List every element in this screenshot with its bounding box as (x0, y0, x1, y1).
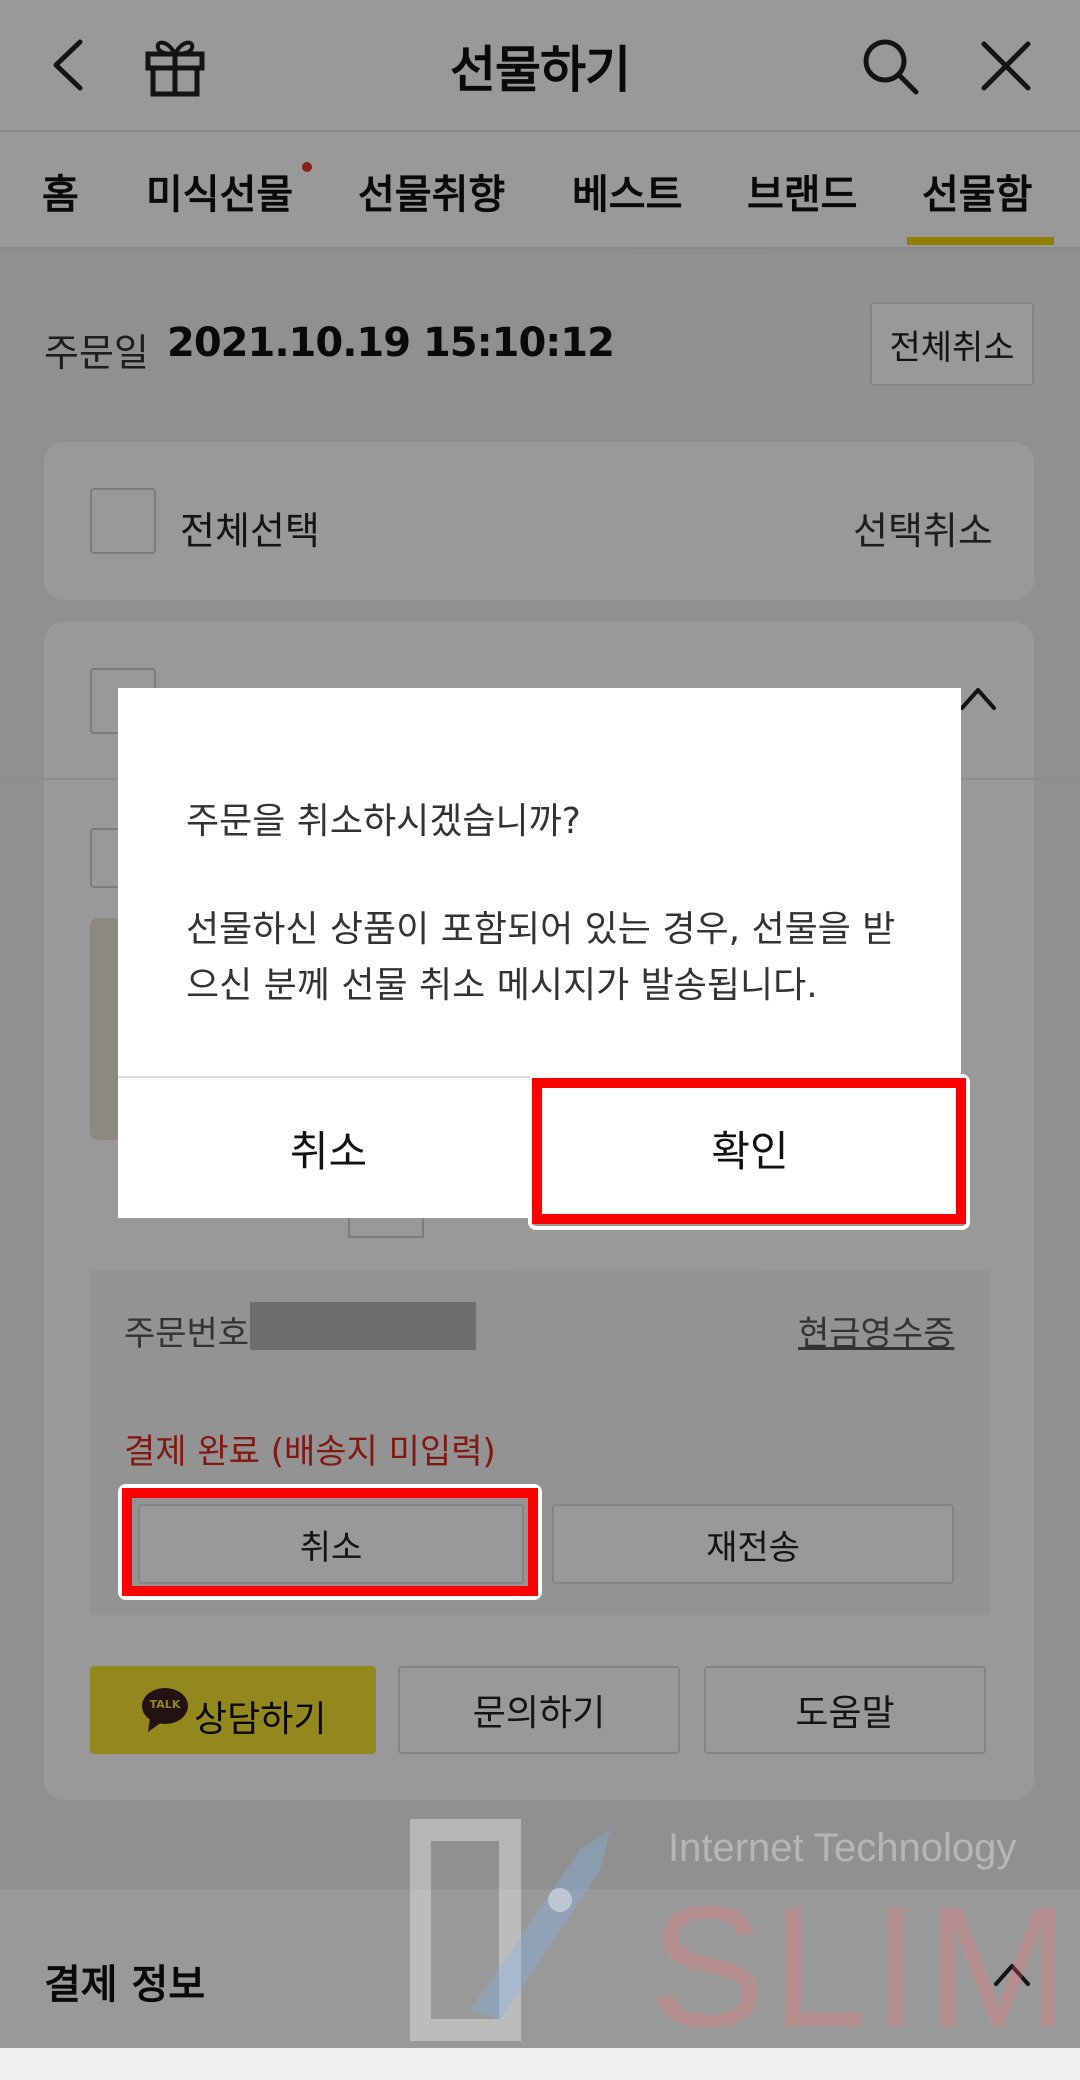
highlight-cancel-button (122, 1488, 538, 1596)
dialog-description: 선물하신 상품이 포함되어 있는 경우, 선물을 받으신 분께 선물 취소 메시… (186, 909, 896, 1006)
dialog-cancel-button[interactable]: 취소 (118, 1078, 539, 1218)
watermark-brand: SLIM (650, 1871, 1076, 2063)
highlight-confirm-button (532, 1078, 966, 1224)
bottom-strip (0, 2048, 1080, 2080)
watermark-logo (409, 1810, 640, 2050)
dialog-question: 주문을 취소하시겠습니까? (186, 801, 581, 842)
watermark-tagline: Internet Technology (668, 1826, 1017, 1870)
